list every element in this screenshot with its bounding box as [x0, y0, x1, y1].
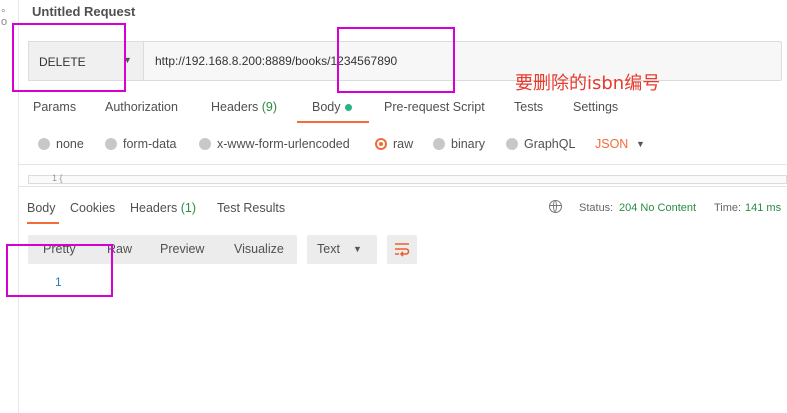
response-tab-body-underline	[27, 222, 59, 224]
radio-raw[interactable]	[375, 138, 387, 150]
radio-urlencoded-label: x-www-form-urlencoded	[217, 137, 350, 151]
body-editor[interactable]	[28, 175, 787, 184]
wrap-lines-icon	[395, 243, 410, 257]
response-highlight-box	[6, 244, 113, 297]
chevron-down-icon: ▼	[636, 139, 645, 149]
radio-none-label: none	[56, 137, 84, 151]
method-highlight-box	[12, 23, 126, 92]
chevron-down-icon: ▼	[353, 244, 362, 254]
tab-pre-request-script[interactable]: Pre-request Script	[384, 100, 485, 114]
view-tab-preview[interactable]: Preview	[160, 242, 204, 256]
response-tab-body[interactable]: Body	[27, 201, 56, 215]
time-value[interactable]: 141 ms	[745, 202, 781, 214]
radio-none[interactable]	[38, 138, 50, 150]
radio-urlencoded[interactable]	[199, 138, 211, 150]
tab-params[interactable]: Params	[33, 100, 76, 114]
radio-graphql-label: GraphQL	[524, 137, 576, 151]
tab-tests[interactable]: Tests	[514, 100, 543, 114]
divider	[18, 186, 787, 187]
radio-raw-label: raw	[393, 137, 414, 151]
radio-form-data[interactable]	[105, 138, 117, 150]
response-tab-headers-count: (1)	[180, 201, 197, 215]
view-format-label: Text	[317, 242, 340, 256]
tab-headers-label: Headers	[211, 100, 259, 114]
body-indicator-dot	[344, 104, 352, 112]
status-label: Status:	[579, 202, 614, 214]
tab-body-underline	[297, 121, 369, 123]
response-tab-headers-label: Headers	[130, 201, 178, 215]
response-tab-cookies[interactable]: Cookies	[70, 201, 115, 215]
divider	[18, 164, 787, 165]
status-value[interactable]: 204 No Content	[619, 202, 696, 214]
radio-form-data-label: form-data	[123, 137, 177, 151]
response-tab-headers[interactable]: Headers (1)	[130, 201, 196, 215]
radio-binary-label: binary	[451, 137, 486, 151]
radio-graphql[interactable]	[506, 138, 518, 150]
isbn-highlight-box	[337, 27, 455, 93]
editor-line: 1 {	[52, 173, 63, 183]
radio-binary[interactable]	[433, 138, 445, 150]
tab-body-label: Body	[312, 100, 341, 114]
request-title[interactable]: Untitled Request	[32, 4, 135, 19]
tab-authorization[interactable]: Authorization	[105, 100, 178, 114]
format-select[interactable]: JSON	[595, 137, 628, 151]
globe-icon[interactable]	[549, 200, 562, 213]
tab-settings[interactable]: Settings	[573, 100, 618, 114]
view-tab-visualize[interactable]: Visualize	[234, 242, 284, 256]
annotation-text: 要删除的isbn编号	[515, 73, 661, 94]
tab-body[interactable]: Body	[312, 100, 352, 114]
tab-headers-count: (9)	[261, 100, 278, 114]
response-tab-test-results[interactable]: Test Results	[217, 201, 285, 215]
time-label: Time:	[714, 202, 742, 214]
tab-headers[interactable]: Headers (9)	[211, 100, 277, 114]
